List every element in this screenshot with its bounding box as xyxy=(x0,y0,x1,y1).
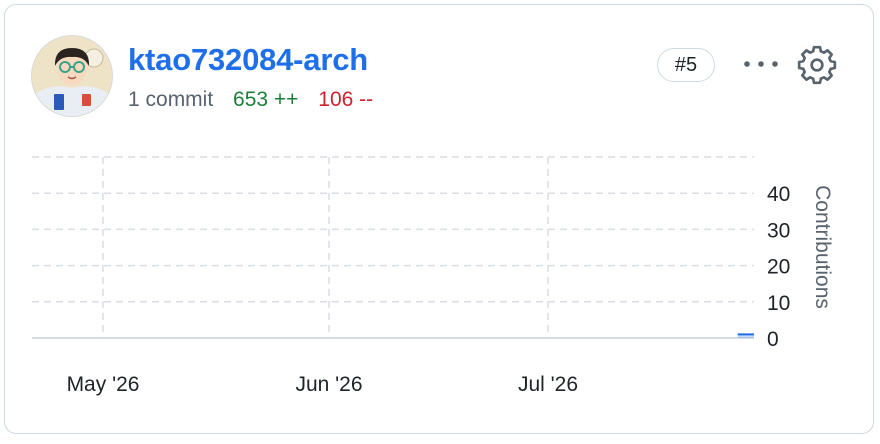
chart-grid xyxy=(32,156,754,339)
x-axis-ticks: May '26 Jun '26 Jul '26 xyxy=(67,373,578,396)
y-axis-label: Contributions xyxy=(811,185,834,309)
x-tick-label: May '26 xyxy=(67,373,140,396)
x-tick-label: Jul '26 xyxy=(518,373,578,396)
y-tick-label: 10 xyxy=(767,292,790,315)
y-tick-label: 30 xyxy=(767,219,790,242)
y-axis-ticks: 0 10 20 30 40 xyxy=(767,183,790,351)
y-tick-label: 40 xyxy=(767,183,790,206)
contributions-chart: 0 10 20 30 40 May '26 Jun '26 Jul '26 Contribu… xyxy=(32,156,834,396)
chart-series xyxy=(737,333,754,338)
x-tick-label: Jun '26 xyxy=(295,373,362,396)
y-tick-label: 20 xyxy=(767,256,790,279)
y-tick-label: 0 xyxy=(767,328,779,351)
